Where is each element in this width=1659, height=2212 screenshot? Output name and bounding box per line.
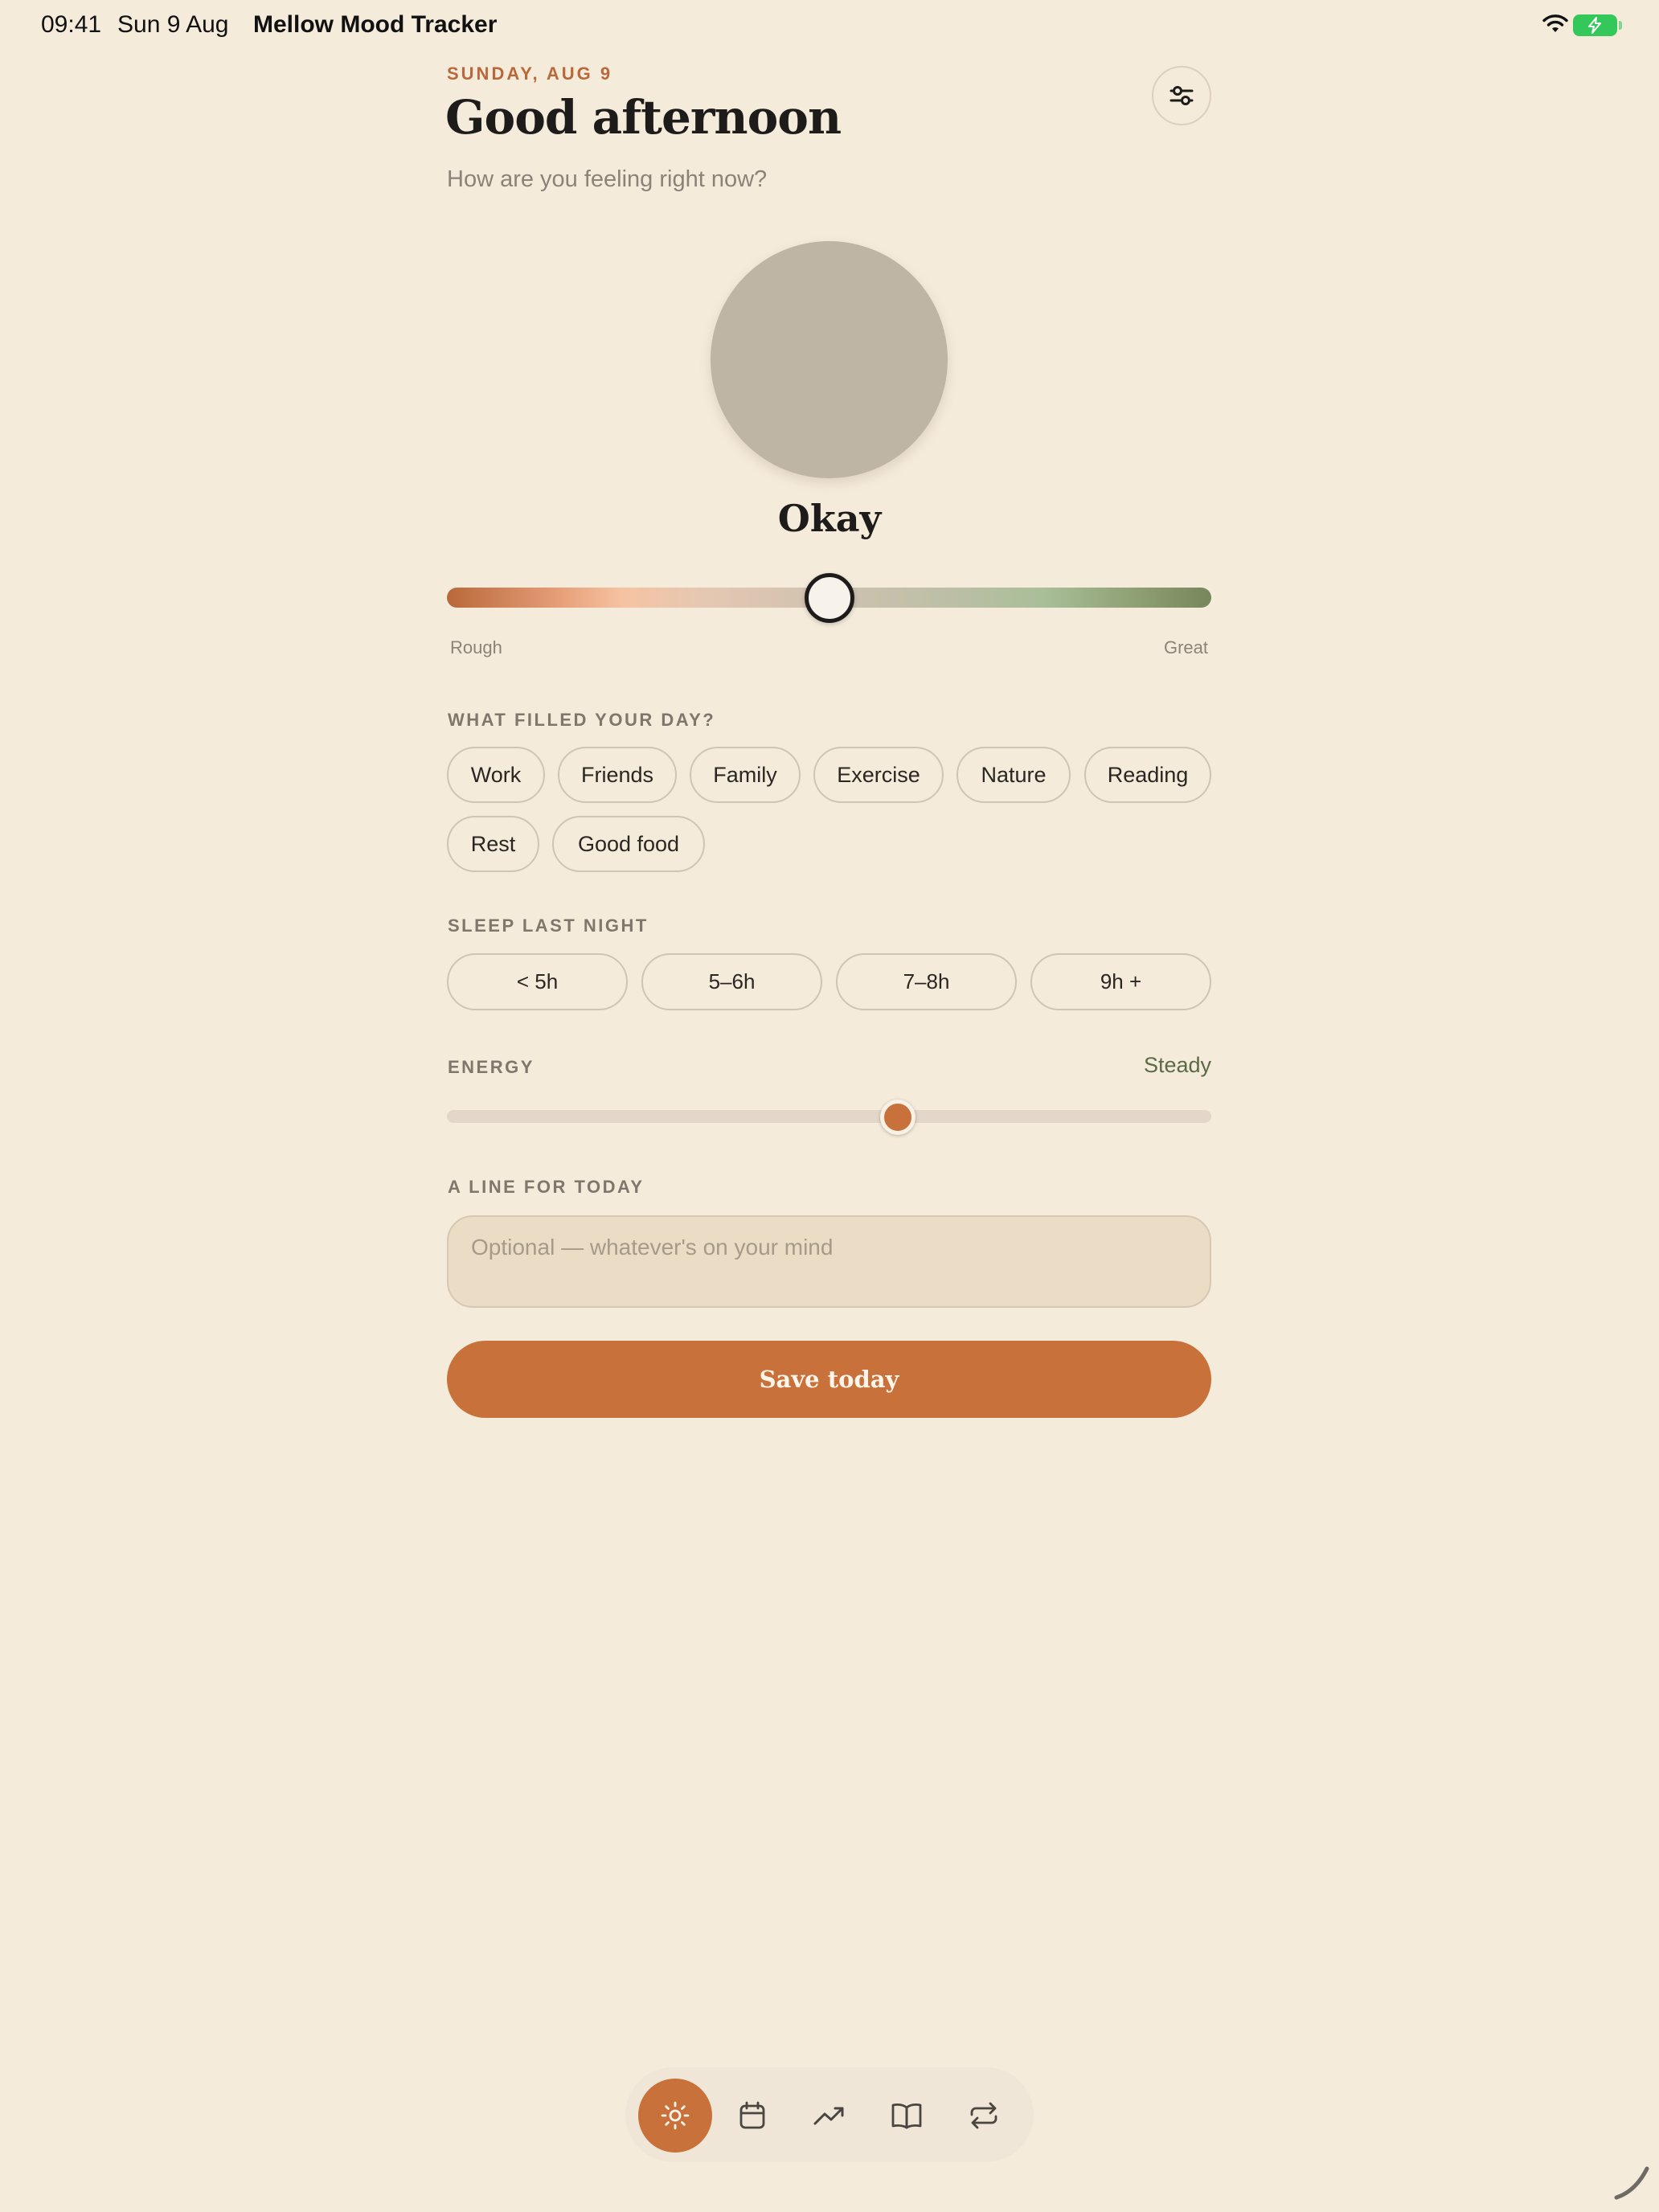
save-today-button[interactable]: Save today bbox=[447, 1341, 1211, 1418]
activity-chip-rest[interactable]: Rest bbox=[447, 816, 539, 872]
nav-item-journal[interactable] bbox=[870, 2079, 944, 2153]
nav-item-calendar[interactable] bbox=[715, 2079, 789, 2153]
note-input[interactable] bbox=[447, 1215, 1211, 1308]
activity-chip-nature[interactable]: Nature bbox=[956, 747, 1071, 803]
sleep-option-7-8h[interactable]: 7–8h bbox=[836, 953, 1017, 1010]
page-title: Good afternoon bbox=[445, 90, 842, 145]
mood-slider-thumb[interactable] bbox=[804, 573, 854, 623]
sleep-option-9h-plus[interactable]: 9h + bbox=[1030, 953, 1211, 1010]
book-open-icon bbox=[891, 2103, 922, 2129]
activity-chip-good-food[interactable]: Good food bbox=[552, 816, 705, 872]
sun-icon bbox=[661, 2101, 690, 2130]
sleep-option-under-5h[interactable]: < 5h bbox=[447, 953, 628, 1010]
sleep-section-label: SLEEP LAST NIGHT bbox=[448, 916, 649, 936]
nav-item-trends[interactable] bbox=[793, 2079, 866, 2153]
nav-item-habits[interactable] bbox=[947, 2079, 1021, 2153]
activity-chip-friends[interactable]: Friends bbox=[558, 747, 677, 803]
bottom-nav bbox=[625, 2067, 1034, 2162]
activity-chip-reading[interactable]: Reading bbox=[1084, 747, 1211, 803]
energy-section-label: ENERGY bbox=[448, 1057, 535, 1077]
mood-scale-min-label: Rough bbox=[450, 637, 502, 657]
energy-slider-track[interactable] bbox=[447, 1110, 1211, 1123]
battery-icon bbox=[1573, 14, 1622, 36]
nav-item-today[interactable] bbox=[638, 2079, 712, 2153]
status-bar: 09:41 Sun 9 Aug Mellow Mood Tracker bbox=[0, 0, 1659, 51]
activity-chip-work[interactable]: Work bbox=[447, 747, 545, 803]
status-date: Sun 9 Aug bbox=[117, 11, 229, 38]
calendar-icon bbox=[739, 2101, 765, 2129]
home-indicator-icon bbox=[1614, 2166, 1649, 2200]
mood-scale-max-label: Great bbox=[1163, 637, 1208, 657]
activity-chip-exercise[interactable]: Exercise bbox=[813, 747, 944, 803]
date-label: SUNDAY, AUG 9 bbox=[447, 63, 613, 84]
sleep-option-5-6h[interactable]: 5–6h bbox=[641, 953, 822, 1010]
wifi-icon bbox=[1542, 14, 1568, 32]
status-time: 09:41 bbox=[41, 11, 102, 38]
activity-chip-family[interactable]: Family bbox=[690, 747, 801, 803]
activities-section-label: WHAT FILLED YOUR DAY? bbox=[448, 710, 716, 730]
page-subtitle: How are you feeling right now? bbox=[447, 166, 768, 192]
energy-slider-thumb[interactable] bbox=[880, 1100, 916, 1135]
mood-label: Okay bbox=[777, 497, 882, 540]
repeat-icon bbox=[970, 2102, 997, 2129]
energy-value-label: Steady bbox=[1143, 1053, 1211, 1077]
settings-button[interactable] bbox=[1152, 66, 1211, 125]
charging-bolt-icon bbox=[1588, 17, 1601, 34]
sliders-icon bbox=[1169, 86, 1194, 105]
note-section-label: A LINE FOR TODAY bbox=[448, 1177, 645, 1197]
trending-up-icon bbox=[813, 2107, 844, 2125]
mood-orb bbox=[711, 241, 948, 478]
status-app-name: Mellow Mood Tracker bbox=[253, 11, 498, 38]
